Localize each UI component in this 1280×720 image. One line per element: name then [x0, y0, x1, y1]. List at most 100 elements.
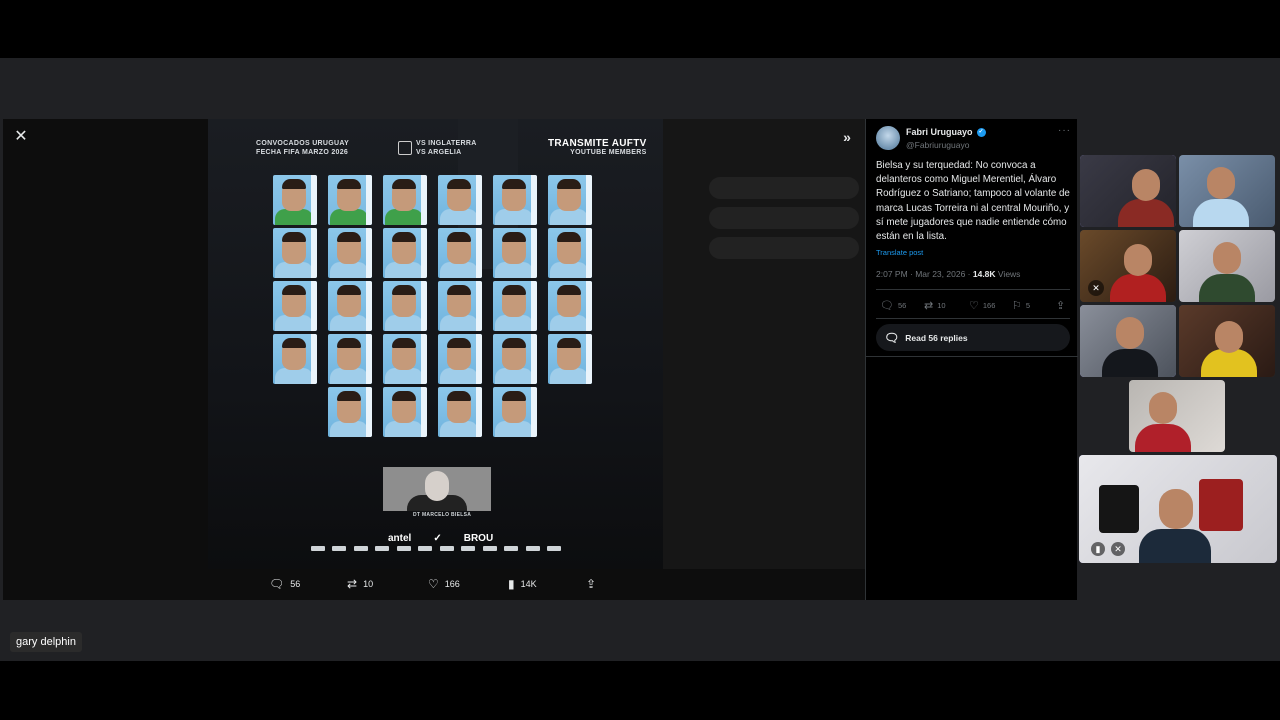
player-card-namebar — [366, 175, 372, 225]
player-card — [493, 281, 537, 331]
read-replies-button[interactable]: 🗨 Read 56 replies — [876, 324, 1070, 351]
participant-body — [1139, 529, 1211, 563]
heart-icon: ♡ — [969, 300, 979, 312]
player-card-namebar — [366, 334, 372, 384]
sponsor-logo-icon — [546, 546, 561, 551]
player-card-hair — [337, 232, 361, 242]
participant-tile[interactable] — [1080, 155, 1176, 227]
player-card — [328, 334, 372, 384]
player-card-shirt — [275, 262, 313, 278]
presenter-name-tag: gary delphin — [10, 632, 82, 652]
divider — [866, 356, 1078, 357]
meeting-stage: CONVOCADOS URUGUAY FECHA FIFA MARZO 2026… — [0, 0, 1280, 720]
player-card-hair — [447, 338, 471, 348]
translate-link[interactable]: Translate post — [876, 248, 923, 257]
participant-tile[interactable] — [1080, 305, 1176, 377]
auf-crest-icon — [398, 141, 412, 155]
share-icon: ⇪ — [586, 577, 597, 591]
sponsor-logo-icon — [353, 546, 368, 551]
coach-photo — [383, 467, 491, 511]
player-card-shirt — [495, 368, 533, 384]
participant-body — [1135, 424, 1191, 452]
like-count: 166 — [982, 301, 996, 310]
participant-tile-large[interactable]: ▮ ✕ — [1079, 455, 1277, 563]
author-name[interactable]: Fabri Uruguayo — [906, 127, 973, 137]
participant-tile[interactable] — [1179, 305, 1275, 377]
player-card-hair — [392, 179, 416, 189]
poster-heading-mid: VS INGLATERRA VS ARGELIA — [398, 139, 477, 157]
reply-button[interactable]: 🗨 56 — [880, 299, 906, 312]
participant-tile[interactable] — [1129, 380, 1225, 452]
views-button[interactable]: ▮ 14K — [508, 577, 537, 591]
poster-heading-line: CONVOCADOS URUGUAY — [256, 140, 350, 147]
player-card-namebar — [421, 228, 427, 278]
player-card — [548, 334, 592, 384]
like-button[interactable]: ♡ 166 — [969, 299, 995, 312]
reply-button[interactable]: 🗨 56 — [269, 577, 300, 591]
close-icon[interactable]: ✕ — [11, 127, 31, 147]
repost-button[interactable]: ⇄ 10 — [347, 577, 373, 591]
player-card-namebar — [311, 334, 317, 384]
player-card-namebar — [421, 387, 427, 437]
author-avatar[interactable] — [876, 126, 900, 150]
player-card-hair — [337, 338, 361, 348]
sponsor-logo-icon — [439, 546, 454, 551]
participant-body — [1102, 349, 1158, 377]
player-card-namebar — [421, 334, 427, 384]
participant-tile[interactable]: ✕ — [1080, 230, 1176, 302]
player-card-namebar — [586, 175, 592, 225]
player-card-hair — [392, 338, 416, 348]
player-card-shirt — [440, 262, 478, 278]
participant-tile[interactable] — [1179, 155, 1275, 227]
player-card — [383, 387, 427, 437]
views-count: 14K — [520, 579, 537, 589]
player-card — [548, 175, 592, 225]
player-card-shirt — [440, 315, 478, 331]
author-name-row[interactable]: Fabri Uruguayo ✓ — [906, 127, 986, 137]
sponsor-logo-icon — [482, 546, 497, 551]
participant-tile[interactable] — [1179, 230, 1275, 302]
bookmark-count: 5 — [1025, 301, 1031, 310]
author-handle[interactable]: @Fabriuruguayo — [906, 140, 969, 150]
participant-body — [1201, 349, 1257, 377]
player-card — [328, 175, 372, 225]
share-button[interactable]: ⇪ — [586, 577, 596, 591]
player-card-namebar — [586, 228, 592, 278]
media-viewer: CONVOCADOS URUGUAY FECHA FIFA MARZO 2026… — [3, 119, 865, 600]
player-card-shirt — [385, 368, 423, 384]
tweet-text: Bielsa y su terquedad: No convoca a dela… — [876, 160, 1070, 243]
player-card-namebar — [531, 281, 537, 331]
like-button[interactable]: ♡ 166 — [428, 577, 460, 591]
tweet-timestamp[interactable]: 2:07 PM · Mar 23, 2026 · — [876, 269, 973, 279]
participant-head — [1159, 489, 1193, 529]
player-card-shirt — [550, 209, 588, 225]
player-card — [383, 228, 427, 278]
sponsor-logo-icon — [525, 546, 540, 551]
sponsor-logo-icon — [311, 546, 325, 551]
player-card-namebar — [476, 387, 482, 437]
share-button[interactable]: ⇪ — [1056, 299, 1065, 312]
repost-icon: ⇄ — [924, 300, 934, 312]
reply-count: 56 — [897, 301, 907, 310]
player-card-hair — [502, 232, 526, 242]
player-card-namebar — [586, 334, 592, 384]
chevrons-right-icon[interactable]: » — [837, 127, 857, 147]
player-card-namebar — [311, 175, 317, 225]
reply-count: 56 — [290, 579, 301, 589]
player-card-hair — [447, 232, 471, 242]
coach-label: DT MARCELO BIELSA — [413, 512, 472, 518]
player-card-shirt — [495, 421, 533, 437]
player-card-namebar — [476, 334, 482, 384]
player-card — [273, 334, 317, 384]
participant-head — [1215, 321, 1243, 353]
player-card — [438, 281, 482, 331]
more-options-icon[interactable]: ··· — [1058, 125, 1071, 136]
player-card — [328, 387, 372, 437]
participant-body — [1110, 274, 1166, 302]
player-card-shirt — [550, 262, 588, 278]
repost-button[interactable]: ⇄ 10 — [924, 299, 946, 312]
muted-mic-icon: ✕ — [1088, 280, 1104, 296]
bookmark-button[interactable]: ⚐ 5 — [1012, 299, 1030, 312]
poster-heading-line: TRANSMITE AUFTV — [548, 138, 647, 149]
player-card-shirt — [385, 421, 423, 437]
